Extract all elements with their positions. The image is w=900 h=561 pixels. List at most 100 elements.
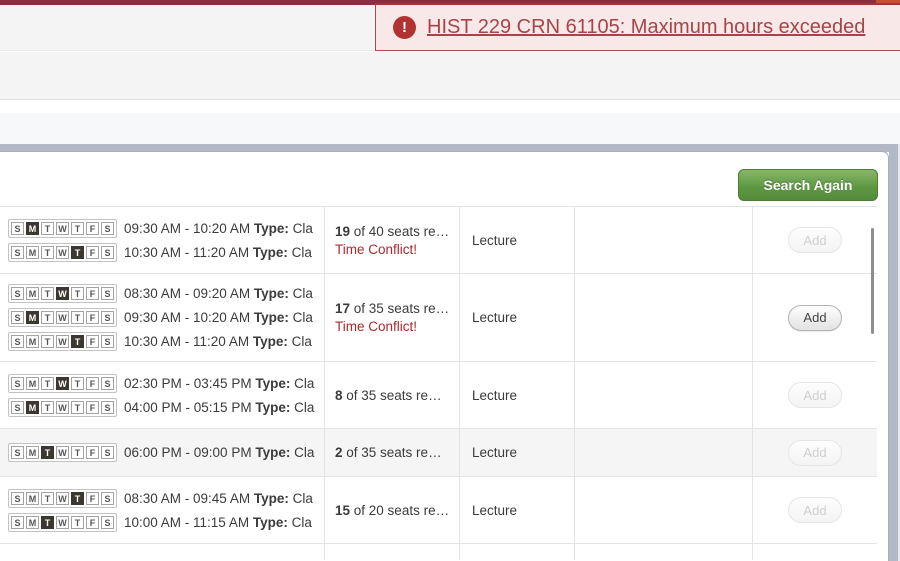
type-label: Type: xyxy=(255,445,290,460)
day-box-t: T xyxy=(41,246,54,259)
day-box-w: W xyxy=(56,377,69,390)
seats-cell: 17 of 35 seats re…Time Conflict! xyxy=(324,274,459,361)
search-again-button[interactable]: Search Again xyxy=(738,169,878,201)
meeting-time-text: 06:00 PM - 09:00 PM Type: Cla xyxy=(124,445,314,460)
day-box-s: S xyxy=(11,492,24,505)
results-table: SMTWTFS09:30 AM - 10:20 AM Type: ClaSMTW… xyxy=(0,206,877,560)
days-of-week-grid: SMTWTFS xyxy=(8,219,117,238)
empty-cell xyxy=(574,429,752,476)
day-box-t: T xyxy=(71,377,84,390)
day-box-t: T xyxy=(71,246,84,259)
add-button[interactable]: Add xyxy=(788,305,841,331)
time-conflict-warning: Time Conflict! xyxy=(335,242,417,257)
days-of-week-grid: SMTWTFS xyxy=(8,513,117,532)
day-box-t: T xyxy=(41,287,54,300)
type-label: Type: xyxy=(254,286,289,301)
add-button: Add xyxy=(788,227,841,253)
day-box-t: T xyxy=(71,222,84,235)
meeting-row: SMTWTFS08:30 AM - 09:20 AM Type: Cla xyxy=(8,284,324,303)
seats-remaining-text: 15 of 20 seats re… xyxy=(335,503,449,518)
meeting-times-cell: SMTWTFS09:30 AM - 10:20 AM Type: ClaSMTW… xyxy=(0,207,324,273)
days-of-week-grid: SMTWTFS xyxy=(8,332,117,351)
seats-cell: 2 of 35 seats re… xyxy=(324,429,459,476)
spacer-band xyxy=(0,101,900,113)
seats-cell: 8 of 35 seats re… xyxy=(324,362,459,428)
add-cell: Add xyxy=(752,429,877,476)
type-label: Type: xyxy=(253,334,288,349)
day-box-m: M xyxy=(26,516,39,529)
schedule-type-cell: Lecture xyxy=(459,477,574,543)
add-cell: Add xyxy=(752,274,877,361)
day-box-m: M xyxy=(26,401,39,414)
meeting-row: SMTWTFS10:00 AM - 11:15 AM Type: Cla xyxy=(8,513,324,532)
seats-count: 15 xyxy=(335,503,350,518)
day-box-w: W xyxy=(56,516,69,529)
day-box-s: S xyxy=(11,335,24,348)
day-box-f: F xyxy=(86,246,99,259)
meeting-time-text: 09:30 AM - 10:20 AM Type: Cla xyxy=(124,310,313,325)
meeting-times-cell: SMTWTFS08:30 AM - 09:45 AM Type: ClaSMTW… xyxy=(0,477,324,543)
day-box-f: F xyxy=(86,492,99,505)
section-row: SMTWTFS08:30 AM - 09:20 AM Type: ClaSMTW… xyxy=(0,273,877,361)
day-box-s: S xyxy=(101,222,114,235)
day-box-w: W xyxy=(56,246,69,259)
day-box-s: S xyxy=(11,401,24,414)
day-box-s: S xyxy=(101,401,114,414)
toolbar-band xyxy=(0,113,900,144)
error-icon: ! xyxy=(393,16,416,39)
day-box-f: F xyxy=(86,311,99,324)
day-box-w: W xyxy=(56,335,69,348)
day-box-m: M xyxy=(26,335,39,348)
day-box-t: T xyxy=(41,516,54,529)
type-label: Type: xyxy=(255,400,290,415)
day-box-s: S xyxy=(101,492,114,505)
section-row xyxy=(0,543,877,560)
error-notification: ! HIST 229 CRN 61105: Maximum hours exce… xyxy=(375,3,900,51)
seats-count: 17 xyxy=(335,301,350,316)
schedule-type-cell: Lecture xyxy=(459,207,574,273)
seats-cell: 15 of 20 seats re… xyxy=(324,477,459,543)
meeting-row: SMTWTFS09:30 AM - 10:20 AM Type: Cla xyxy=(8,219,324,238)
days-of-week-grid: SMTWTFS xyxy=(8,308,117,327)
day-box-t: T xyxy=(71,492,84,505)
days-of-week-grid: SMTWTFS xyxy=(8,284,117,303)
section-row: SMTWTFS02:30 PM - 03:45 PM Type: ClaSMTW… xyxy=(0,361,877,428)
day-box-w: W xyxy=(56,311,69,324)
day-box-t: T xyxy=(41,401,54,414)
day-box-f: F xyxy=(86,401,99,414)
day-box-s: S xyxy=(11,516,24,529)
schedule-type-text: Lecture xyxy=(472,233,517,248)
seats-count: 8 xyxy=(335,388,343,403)
day-box-m: M xyxy=(26,246,39,259)
meeting-time-text: 10:30 AM - 11:20 AM Type: Cla xyxy=(124,334,312,349)
schedule-type-cell: Lecture xyxy=(459,274,574,361)
seats-remaining-text: 8 of 35 seats re… xyxy=(335,388,442,403)
day-box-t: T xyxy=(71,311,84,324)
day-box-s: S xyxy=(101,311,114,324)
empty-cell xyxy=(574,207,752,273)
add-cell: Add xyxy=(752,362,877,428)
meeting-row: SMTWTFS 10:30 AM - 11:20 AM Type: Cla xyxy=(8,332,324,351)
day-box-s: S xyxy=(11,222,24,235)
days-of-week-grid: SMTWTFS xyxy=(8,398,117,417)
day-box-w: W xyxy=(56,492,69,505)
seats-cell: 19 of 40 seats re… Time Conflict! xyxy=(324,207,459,273)
day-box-s: S xyxy=(11,446,24,459)
meeting-times-cell: SMTWTFS08:30 AM - 09:20 AM Type: ClaSMTW… xyxy=(0,274,324,361)
panel-frame-right xyxy=(889,144,898,561)
day-box-f: F xyxy=(86,287,99,300)
day-box-t: T xyxy=(71,401,84,414)
add-button: Add xyxy=(788,440,841,466)
day-box-f: F xyxy=(86,377,99,390)
subheader-band xyxy=(0,52,900,100)
section-row: SMTWTFS06:00 PM - 09:00 PM Type: Cla2 of… xyxy=(0,428,877,476)
day-box-s: S xyxy=(11,246,24,259)
day-box-s: S xyxy=(11,311,24,324)
schedule-type-cell xyxy=(459,544,574,560)
type-label: Type: xyxy=(254,221,289,236)
day-box-t: T xyxy=(41,377,54,390)
seats-remaining-text: 19 of 40 seats re… xyxy=(335,224,449,239)
vertical-scrollbar-thumb[interactable] xyxy=(871,228,874,334)
error-notification-link[interactable]: HIST 229 CRN 61105: Maximum hours exceed… xyxy=(427,16,865,39)
day-box-s: S xyxy=(101,246,114,259)
